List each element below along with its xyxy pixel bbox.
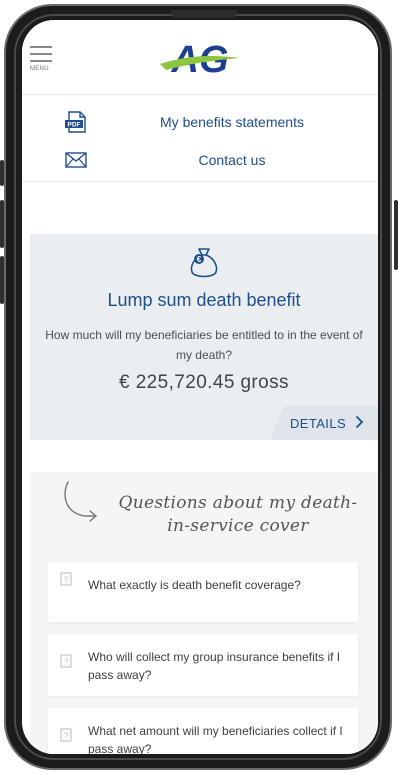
svg-text:?: ? bbox=[64, 576, 69, 585]
benefit-title: Lump sum death benefit bbox=[107, 290, 301, 310]
benefits-statements-label: My benefits statements bbox=[160, 114, 304, 130]
contact-us-label: Contact us bbox=[198, 152, 266, 168]
phone-volume-down-button bbox=[0, 256, 4, 304]
phone-side-button bbox=[0, 160, 4, 186]
hamburger-icon bbox=[30, 46, 52, 48]
hamburger-icon-bar bbox=[30, 60, 52, 62]
details-button[interactable]: DETAILS bbox=[270, 406, 378, 440]
phone-volume-up-button bbox=[0, 200, 4, 248]
svg-text:?: ? bbox=[64, 732, 69, 741]
faq-item[interactable]: ? Who will collect my group insurance be… bbox=[48, 634, 358, 696]
faq-heading-line-2: in-service cover bbox=[167, 516, 309, 536]
menu-button[interactable]: MENU bbox=[30, 46, 54, 76]
app-header: MENU AG AG bbox=[22, 20, 378, 95]
chevron-right-icon bbox=[355, 415, 364, 429]
faq-item[interactable]: ? What exactly is death benefit coverage… bbox=[48, 562, 358, 622]
menu-label: MENU bbox=[30, 66, 49, 72]
benefits-statements-link[interactable]: PDF My benefits statements bbox=[22, 107, 378, 137]
contact-us-link[interactable]: Contact us bbox=[22, 145, 378, 175]
faq-item[interactable]: ? What net amount will my beneficiaries … bbox=[48, 708, 358, 754]
question-doc-icon: ? bbox=[60, 654, 72, 668]
hamburger-icon-bar bbox=[30, 53, 52, 55]
question-doc-icon: ? bbox=[60, 728, 72, 742]
money-bag-icon: € bbox=[190, 248, 218, 278]
faq-heading-line-1: Questions about my death- bbox=[118, 493, 358, 513]
details-label: DETAILS bbox=[290, 416, 347, 431]
faq-question: Who will collect my group insurance bene… bbox=[88, 650, 341, 682]
faq-question: What exactly is death benefit coverage? bbox=[88, 578, 301, 592]
quick-links: PDF My benefits statements Contact us bbox=[22, 95, 378, 182]
death-benefit-card: € Lump sum death benefit How much will m… bbox=[30, 234, 378, 440]
benefit-amount: € 225,720.45 gross bbox=[119, 372, 289, 393]
phone-power-button bbox=[394, 200, 398, 270]
svg-text:€: € bbox=[197, 255, 202, 264]
curved-arrow-icon bbox=[64, 481, 98, 522]
ag-logo[interactable]: AG AG bbox=[158, 38, 242, 78]
phone-notch bbox=[171, 10, 237, 18]
pdf-icon: PDF bbox=[65, 111, 86, 133]
svg-text:?: ? bbox=[64, 658, 69, 667]
faq-section: Questions about my death- in-service cov… bbox=[30, 472, 378, 754]
benefit-description: How much will my beneficiaries be entitl… bbox=[45, 328, 363, 362]
envelope-icon bbox=[65, 152, 87, 168]
svg-text:PDF: PDF bbox=[68, 122, 81, 129]
app-screen: MENU AG AG PDF My benefits statements Co… bbox=[22, 20, 378, 754]
faq-question: What net amount will my beneficiaries co… bbox=[88, 724, 343, 754]
faq-heading: Questions about my death- in-service cov… bbox=[100, 492, 376, 538]
question-doc-icon: ? bbox=[60, 572, 72, 586]
